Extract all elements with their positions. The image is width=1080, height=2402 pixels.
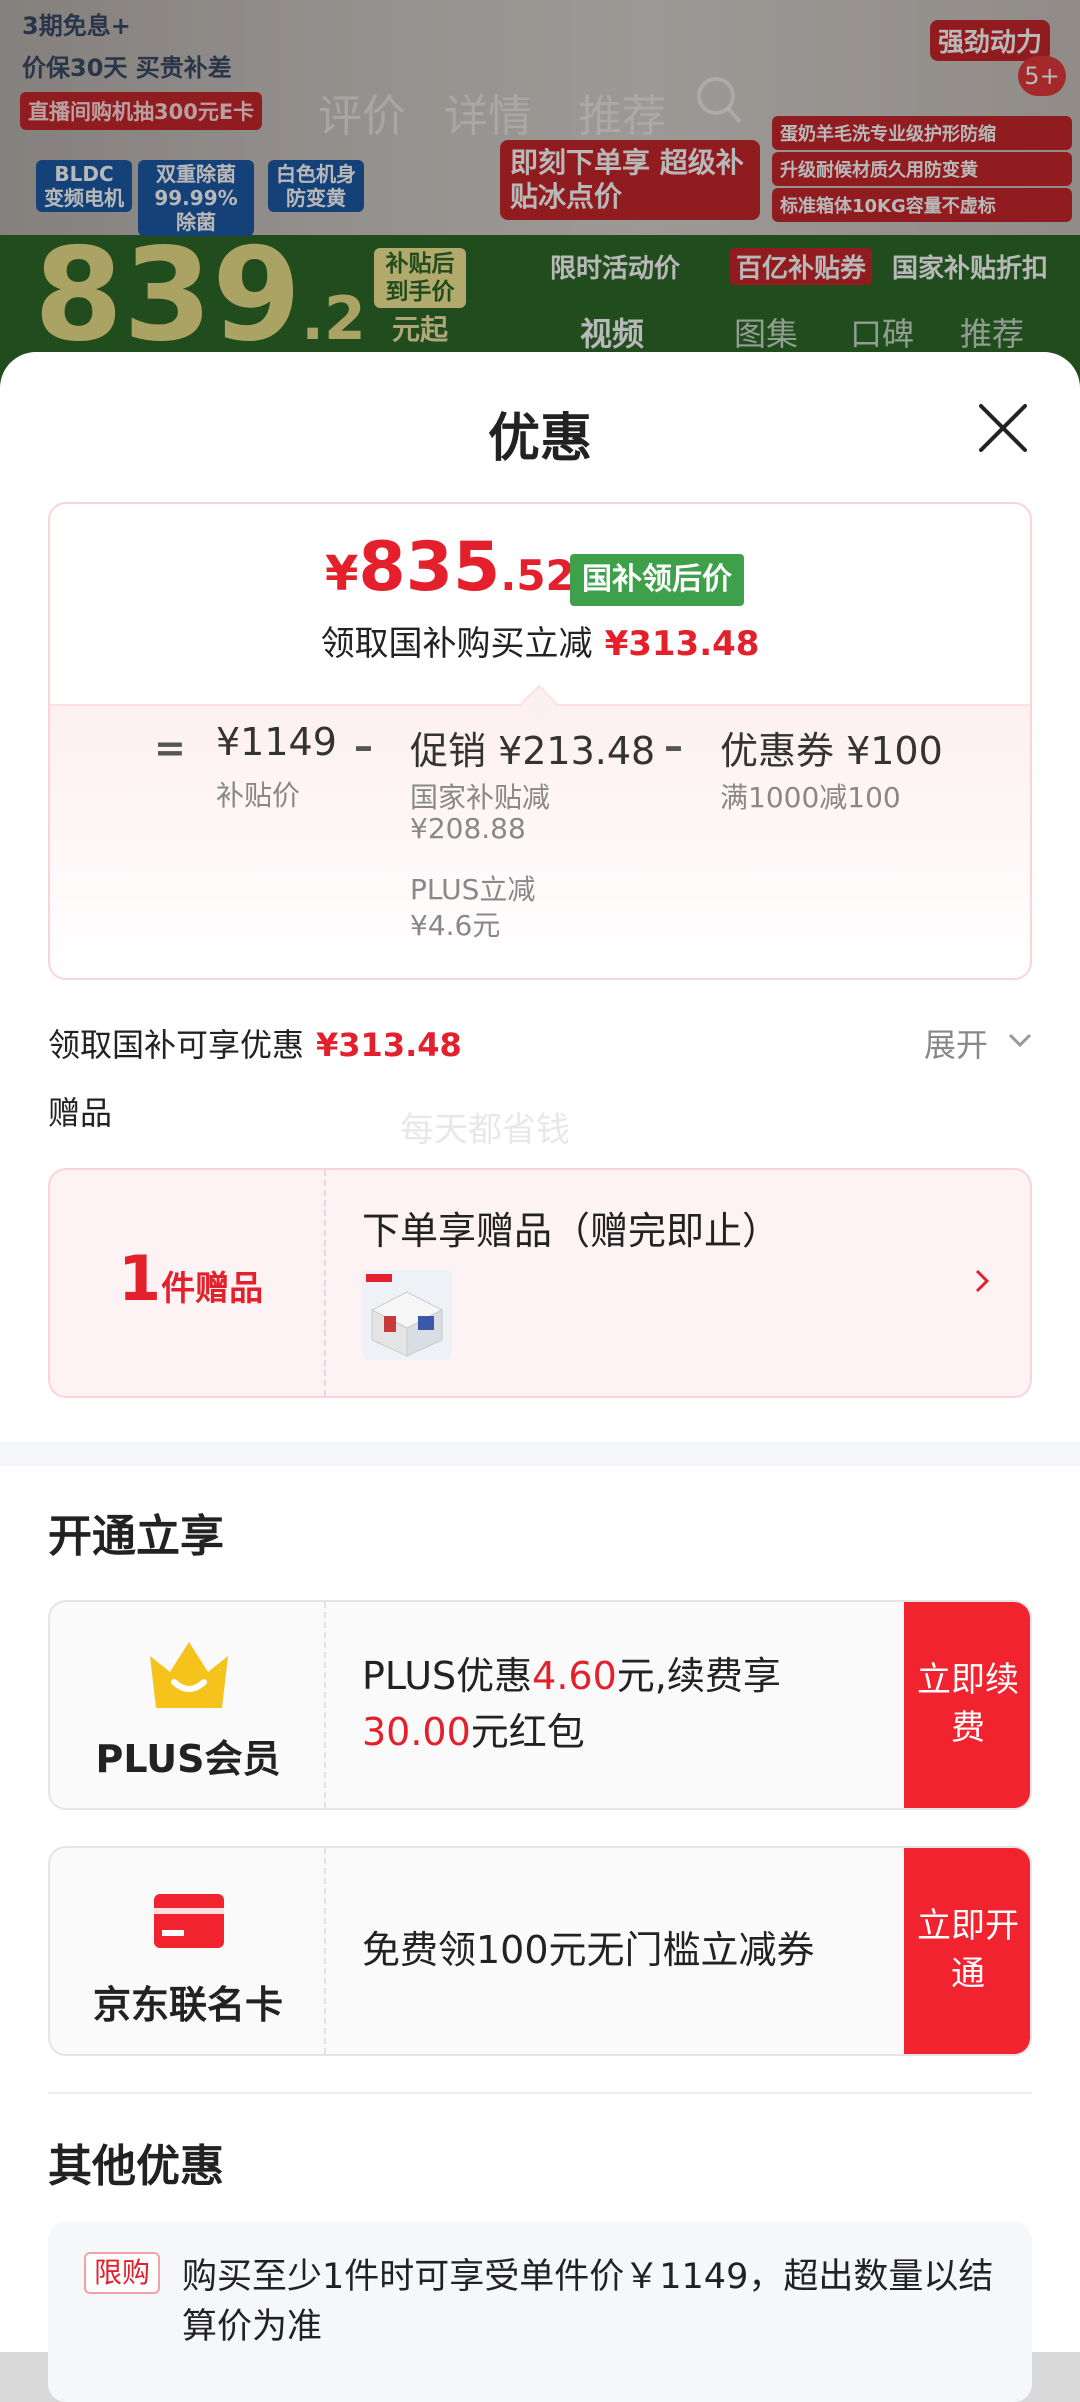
plus-member-card[interactable]: PLUS会员 PLUS优惠4.60元,续费享 30.00元红包 立即续费 xyxy=(48,1600,1032,1810)
base-price: ¥1149 xyxy=(216,720,337,764)
minus-sign: – xyxy=(354,724,373,768)
coupon-detail: 满1000减100 xyxy=(720,781,901,814)
product-page-background: 3期免息+ 价保30天 买贵补差 直播间购机抽300元E卡 BLDC 变频电机 … xyxy=(0,0,1080,400)
jd-card-name: 京东联名卡 xyxy=(92,1983,283,2027)
plus-offer-text: PLUS优惠4.60元,续费享 30.00元红包 xyxy=(362,1654,781,1754)
gift-count-panel: 1件赠品 xyxy=(50,1170,326,1396)
final-price: ¥835.52 xyxy=(325,528,575,607)
chevron-right-icon[interactable] xyxy=(972,1266,992,1296)
crown-icon xyxy=(150,1642,228,1708)
gift-section-label: 赠品 xyxy=(48,1094,113,1132)
reduce-summary: 领取国补购买立减 ¥313.48 xyxy=(320,624,760,664)
price-type-badge: 国补领后价 xyxy=(570,554,744,606)
gift-title: 下单享赠品（赠完即止） xyxy=(362,1209,781,1253)
open-card-button[interactable]: 立即开通 xyxy=(904,1848,1030,2054)
discount-sheet: 优惠 ¥835.52 国补领后价 领取国补购买立减 ¥313.48 = ¥1149… xyxy=(0,352,1080,2402)
modal-overlay[interactable] xyxy=(0,0,1080,400)
expand-button[interactable]: 展开 xyxy=(924,1020,1032,1066)
divider xyxy=(48,2092,1032,2094)
promo-detail-label: 国家补贴减 xyxy=(410,781,551,814)
jd-card-brand-panel: 京东联名卡 xyxy=(50,1848,326,2054)
plus-detail-value: ¥4.6元 xyxy=(410,909,501,942)
jd-card-offer-text: 免费领100元无门槛立减券 xyxy=(362,1928,815,1972)
minus-sign: – xyxy=(664,724,683,768)
equals-sign: = xyxy=(154,726,186,770)
membership-section-title: 开通立享 xyxy=(48,1511,224,1562)
coupon-amount: 优惠券 ¥100 xyxy=(720,729,943,773)
discount-summary-row: 领取国补可享优惠 ¥313.48 xyxy=(48,1026,462,1064)
promo-amount: 促销 ¥213.48 xyxy=(410,729,656,773)
base-price-label: 补贴价 xyxy=(216,779,301,812)
purchase-limit-box: 限购 购买至少1件时可享受单件价￥1149，超出数量以结算价为准 xyxy=(48,2222,1032,2402)
limit-badge: 限购 xyxy=(84,2252,161,2294)
section-separator xyxy=(0,1442,1080,1466)
gift-thumbnail[interactable] xyxy=(362,1270,452,1360)
sheet-title: 优惠 xyxy=(487,409,592,469)
close-icon[interactable] xyxy=(975,400,1031,456)
renew-button[interactable]: 立即续费 xyxy=(904,1602,1030,1808)
jd-card-offer[interactable]: 京东联名卡 免费领100元无门槛立减券 立即开通 xyxy=(48,1846,1032,2056)
plus-detail-label: PLUS立减 xyxy=(410,873,536,906)
other-section-title: 其他优惠 xyxy=(48,2141,224,2192)
plus-brand-panel: PLUS会员 xyxy=(50,1602,326,1808)
chevron-down-icon xyxy=(1008,1033,1032,1048)
gift-count: 1件赠品 xyxy=(118,1242,264,1315)
price-breakdown-card: ¥835.52 国补领后价 领取国补购买立减 ¥313.48 = ¥1149 补贴… xyxy=(48,502,1032,980)
credit-card-icon xyxy=(154,1894,224,1948)
limit-text: 购买至少1件时可享受单件价￥1149，超出数量以结算价为准 xyxy=(182,2257,994,2347)
promo-detail-value: ¥208.88 xyxy=(410,812,526,845)
watermark: 每天都省钱 xyxy=(400,1110,570,1150)
gift-card[interactable]: 1件赠品 下单享赠品（赠完即止） xyxy=(48,1168,1032,1398)
plus-member-name: PLUS会员 xyxy=(95,1737,281,1781)
